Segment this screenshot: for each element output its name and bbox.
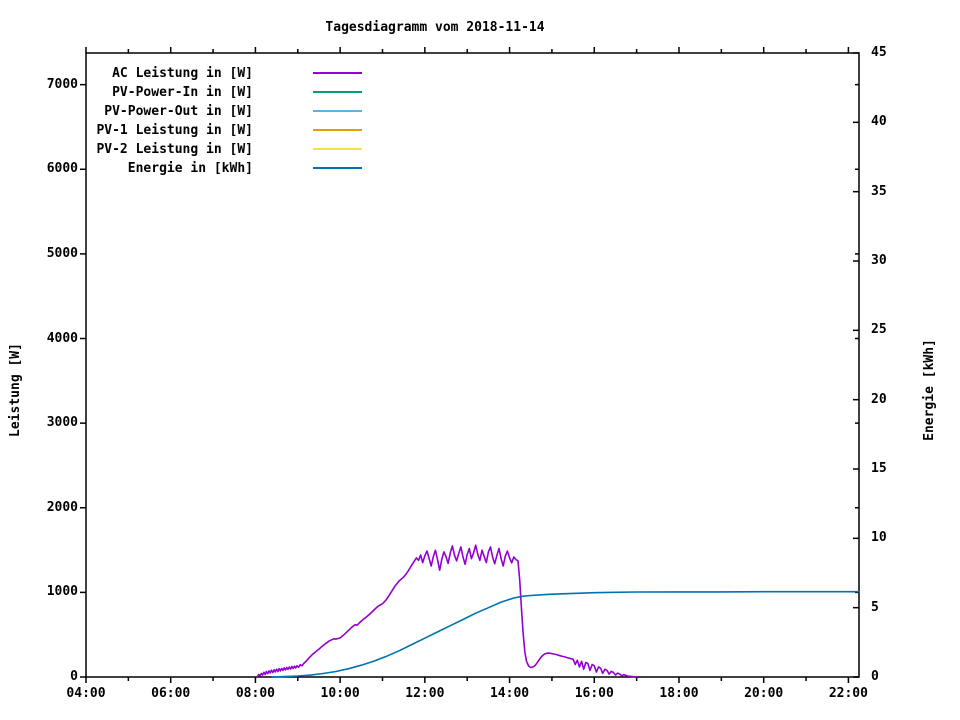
y-right-tick-label: 20 [871, 391, 887, 407]
legend-item: PV-2 Leistung in [W] [0, 140, 420, 159]
legend-label: PV-Power-Out in [W] [104, 103, 253, 119]
y-right-tick-label: 35 [871, 183, 887, 199]
chart-title: Tagesdiagramm vom 2018-11-14 [325, 20, 545, 35]
y-right-tick-label: 0 [871, 669, 879, 684]
y-left-tick-label: 6000 [46, 161, 78, 177]
x-tick-label: 20:00 [744, 686, 784, 701]
x-tick-label: 10:00 [320, 686, 360, 701]
x-tick-label: 08:00 [235, 686, 275, 701]
y-left-tick-label: 1000 [46, 584, 78, 600]
y-right-tick-label: 15 [871, 461, 887, 476]
y-left-tick-label: 7000 [46, 76, 78, 92]
y-right-tick-label: 10 [871, 530, 887, 546]
x-tick-label: 16:00 [574, 686, 614, 701]
y-right-tick-label: 45 [871, 45, 887, 60]
y-left-tick-label: 0 [70, 669, 78, 684]
y-right-tick-label: 5 [871, 599, 879, 615]
legend-line-sample [313, 166, 362, 169]
y-right-tick-label: 40 [871, 114, 887, 130]
chart-figure: Tagesdiagramm vom 2018-11-14 Leistung [W… [0, 0, 960, 720]
legend-item: PV-1 Leistung in [W] [0, 121, 420, 140]
x-tick-label: 14:00 [489, 686, 530, 701]
legend-line-sample [313, 128, 362, 131]
y-left-tick-label: 2000 [46, 499, 78, 515]
y-axis-label-right: Energie [kWh] [922, 339, 937, 441]
legend-label: PV-2 Leistung in [W] [96, 141, 253, 157]
y-left-tick-label: 3000 [46, 415, 78, 431]
y-left-tick-label: 5000 [46, 245, 78, 261]
y-right-tick-label: 30 [871, 253, 887, 268]
y-left-tick-label: 4000 [46, 330, 78, 346]
y-right-tick-label: 25 [871, 322, 887, 338]
x-tick-label: 06:00 [151, 686, 191, 701]
series-line-5 [271, 590, 860, 678]
legend-line-sample [313, 90, 362, 93]
x-tick-label: 12:00 [405, 686, 445, 701]
legend-item: PV-Power-Out in [W] [0, 102, 420, 121]
series-line-0 [256, 544, 638, 678]
x-tick-label: 04:00 [66, 686, 106, 701]
legend-line-sample [313, 147, 362, 150]
x-tick-label: 18:00 [659, 686, 699, 701]
legend-line-sample [313, 71, 362, 74]
legend-label: PV-1 Leistung in [W] [96, 122, 253, 138]
legend-line-sample [313, 109, 362, 112]
x-tick-label: 22:00 [828, 686, 868, 701]
